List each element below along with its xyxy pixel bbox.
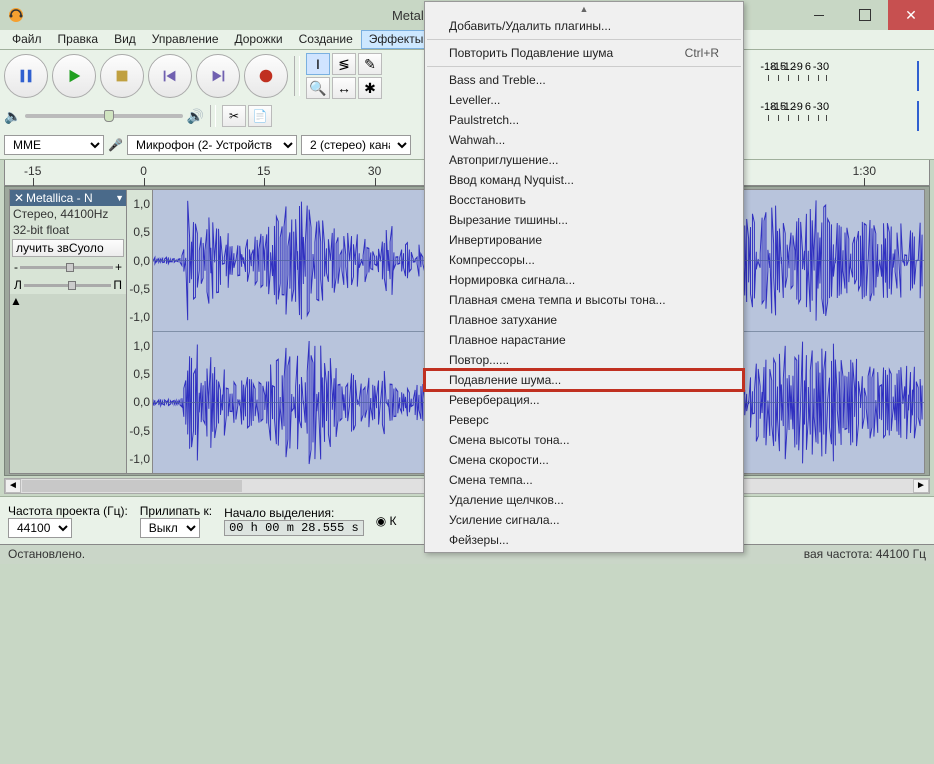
menu-item[interactable]: Смена скорости... [425, 450, 743, 470]
menu-item[interactable]: Инвертирование [425, 230, 743, 250]
menu-item[interactable]: Повторить Подавление шумаCtrl+R [425, 43, 743, 63]
track-close-icon[interactable]: ✕ [12, 191, 26, 205]
menu-item[interactable]: Автоприглушение... [425, 150, 743, 170]
stop-button[interactable] [100, 54, 144, 98]
selection-start-label: Начало выделения: [224, 506, 334, 520]
tool-palette: I ≶ ✎ 🔍 ↔ ✱ [306, 53, 382, 99]
cut-button[interactable]: ✂ [222, 105, 246, 127]
play-button[interactable] [52, 54, 96, 98]
selection-start-time[interactable]: 00 h 00 m 28.555 s [224, 520, 364, 536]
menu-item[interactable]: Плавное затухание [425, 310, 743, 330]
track-menu-icon[interactable]: ▼ [115, 193, 124, 203]
multi-tool[interactable]: ✱ [358, 77, 382, 99]
menu-item[interactable]: Вырезание тишины... [425, 210, 743, 230]
track-format: Стерео, 44100Hz [10, 206, 126, 222]
menu-item[interactable]: Удаление щелчков... [425, 490, 743, 510]
menu-item[interactable]: Leveller... [425, 90, 743, 110]
menu-item[interactable]: Нормировка сигнала... [425, 270, 743, 290]
amplitude-scale: 1,00,50,0-0,5-1,01,00,50,0-0,5-1,0 [127, 189, 153, 474]
skip-start-button[interactable] [148, 54, 192, 98]
project-rate-label: Частота проекта (Гц): [8, 504, 128, 518]
track-name: Metallica - N [26, 191, 115, 205]
menu-вид[interactable]: Вид [106, 30, 144, 49]
draw-tool[interactable]: ✎ [358, 53, 382, 75]
menu-item[interactable]: Paulstretch... [425, 110, 743, 130]
track-gain-slider[interactable]: -+ [10, 258, 126, 276]
selection-radio[interactable]: ◉ К [376, 514, 397, 528]
menu-item[interactable]: Повтор...... [425, 350, 743, 370]
menu-item[interactable]: Bass and Treble... [425, 70, 743, 90]
minimize-button[interactable] [796, 0, 842, 30]
maximize-button[interactable] [842, 0, 888, 30]
menu-item[interactable]: Усиление сигнала... [425, 510, 743, 530]
menu-item[interactable]: Фейзеры... [425, 530, 743, 550]
menu-правка[interactable]: Правка [50, 30, 107, 49]
input-device-select[interactable]: Микрофон (2- Устройств [127, 135, 297, 155]
menu-item[interactable]: Плавная смена темпа и высоты тона... [425, 290, 743, 310]
record-button[interactable] [244, 54, 288, 98]
speaker-low-icon: 🔈 [4, 108, 21, 125]
effects-menu: ▲ Добавить/Удалить плагины... Повторить П… [424, 1, 744, 553]
menu-item[interactable]: Компрессоры... [425, 250, 743, 270]
menu-item[interactable]: Реверберация... [425, 390, 743, 410]
menu-item[interactable]: Реверс [425, 410, 743, 430]
menu-item[interactable]: Wahwah... [425, 130, 743, 150]
pause-button[interactable] [4, 54, 48, 98]
menu-item[interactable]: Восстановить [425, 190, 743, 210]
menu-item[interactable]: Плавное нарастание [425, 330, 743, 350]
project-rate-select[interactable]: 44100 [8, 518, 72, 538]
menu-управление[interactable]: Управление [144, 30, 227, 49]
copy-button[interactable]: 📄 [248, 105, 272, 127]
window-controls: ✕ [796, 0, 934, 30]
mic-icon: 🎤 [108, 138, 123, 152]
edit-tools: ✂ 📄 [222, 105, 272, 127]
track-solo-mute[interactable]: лучить звСуоло [12, 239, 124, 257]
skip-end-button[interactable] [196, 54, 240, 98]
channels-select[interactable]: 2 (стерео) кана [301, 135, 411, 155]
status-text: Остановлено. [8, 547, 85, 562]
menu-scroll-up-icon[interactable]: ▲ [425, 4, 743, 16]
menu-эффекты[interactable]: Эффекты [361, 30, 432, 49]
snap-select[interactable]: Выкл [140, 518, 200, 538]
speaker-high-icon: 🔊 [187, 108, 204, 125]
menu-item[interactable]: Ввод команд Nyquist... [425, 170, 743, 190]
scroll-thumb[interactable] [22, 480, 242, 492]
menu-item[interactable]: Смена высоты тона... [425, 430, 743, 450]
track-panel[interactable]: ✕ Metallica - N ▼ Стерео, 44100Hz 32-bit… [9, 189, 127, 474]
snap-label: Прилипать к: [140, 504, 212, 518]
timeshift-tool[interactable]: ↔ [332, 77, 356, 99]
app-icon [8, 7, 24, 23]
status-rate: вая частота: 44100 Гц [804, 547, 926, 562]
menu-item[interactable]: Смена темпа... [425, 470, 743, 490]
menu-файл[interactable]: Файл [4, 30, 50, 49]
zoom-tool[interactable]: 🔍 [306, 77, 330, 99]
menu-дорожки[interactable]: Дорожки [227, 30, 291, 49]
close-button[interactable]: ✕ [888, 0, 934, 30]
track-pan-slider[interactable]: ЛП [10, 276, 126, 294]
scroll-left-button[interactable]: ◄ [5, 479, 21, 493]
menu-item[interactable]: Подавление шума... [425, 370, 743, 390]
track-depth: 32-bit float [10, 222, 126, 238]
menu-item[interactable]: Добавить/Удалить плагины... [425, 16, 743, 36]
scroll-right-button[interactable]: ► [913, 479, 929, 493]
track-collapse[interactable]: ▲ [10, 294, 126, 473]
playback-meter[interactable]: -18-15-12-96-30 [765, 101, 930, 131]
recording-meter[interactable]: -18-15-12-96-30 [765, 61, 930, 91]
envelope-tool[interactable]: ≶ [332, 53, 356, 75]
selection-tool[interactable]: I [306, 53, 330, 75]
playback-volume[interactable]: 🔈 🔊 [4, 108, 204, 125]
transport-controls [4, 54, 288, 98]
audio-host-select[interactable]: MME [4, 135, 104, 155]
menu-создание[interactable]: Создание [291, 30, 361, 49]
